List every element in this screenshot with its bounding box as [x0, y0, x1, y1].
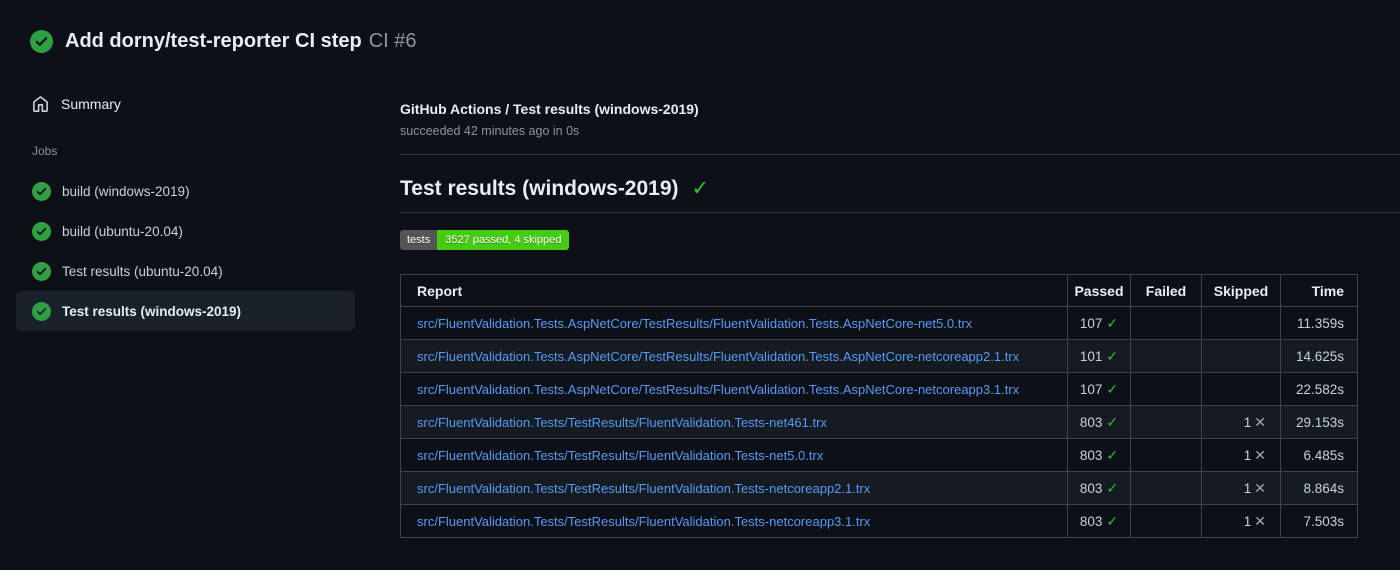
time-cell: 22.582s: [1280, 372, 1358, 406]
time-cell: 29.153s: [1280, 405, 1358, 439]
passed-check-icon: ✓: [1106, 380, 1119, 397]
run-title-text: Add dorny/test-reporter CI step: [65, 30, 362, 52]
passed-check-icon: ✓: [1106, 347, 1119, 364]
tests-badge: tests 3527 passed, 4 skipped: [400, 230, 570, 250]
passed-cell: 101 ✓: [1067, 339, 1131, 373]
table-header-row: Report Passed Failed Skipped Time: [400, 274, 1358, 307]
job-label: build (ubuntu-20.04): [62, 223, 183, 239]
time-cell: 14.625s: [1280, 339, 1358, 373]
table-row: src/FluentValidation.Tests.AspNetCore/Te…: [400, 372, 1358, 406]
sidebar: Summary Jobs build (windows-2019) build …: [0, 86, 400, 331]
table-row: src/FluentValidation.Tests/TestResults/F…: [400, 504, 1358, 538]
jobs-list: build (windows-2019) build (ubuntu-20.04…: [16, 171, 400, 331]
job-label: build (windows-2019): [62, 183, 190, 199]
skipped-cell: 1 ✕: [1201, 471, 1281, 505]
passed-check-icon: ✓: [1106, 479, 1119, 496]
passed-cell: 803 ✓: [1067, 438, 1131, 472]
passed-check-icon: ✓: [1106, 512, 1119, 529]
sidebar-job-item[interactable]: build (ubuntu-20.04): [16, 211, 355, 251]
table-row: src/FluentValidation.Tests/TestResults/F…: [400, 471, 1358, 505]
time-cell: 8.864s: [1280, 471, 1358, 505]
table-row: src/FluentValidation.Tests/TestResults/F…: [400, 438, 1358, 472]
report-link[interactable]: src/FluentValidation.Tests.AspNetCore/Te…: [417, 316, 972, 331]
results-table: Report Passed Failed Skipped Time src/Fl…: [400, 274, 1358, 538]
failed-cell: [1130, 339, 1202, 373]
col-header-time: Time: [1280, 274, 1358, 307]
check-run-title: GitHub Actions / Test results (windows-2…: [400, 101, 699, 117]
passed-cell: 803 ✓: [1067, 405, 1131, 439]
badge-label: tests: [400, 230, 438, 250]
passed-cell: 107 ✓: [1067, 306, 1131, 340]
header-divider: [400, 154, 1400, 155]
col-header-failed: Failed: [1130, 274, 1202, 307]
skipped-x-icon: ✕: [1254, 512, 1266, 529]
sidebar-item-summary[interactable]: Summary: [16, 86, 355, 122]
check-circle-icon: [32, 182, 51, 201]
col-header-report: Report: [400, 274, 1068, 307]
skipped-cell: 1 ✕: [1201, 504, 1281, 538]
failed-cell: [1130, 438, 1202, 472]
run-number: CI #6: [368, 30, 417, 52]
report-link[interactable]: src/FluentValidation.Tests/TestResults/F…: [417, 448, 823, 463]
check-circle-icon: [30, 30, 53, 53]
skipped-x-icon: ✕: [1254, 479, 1266, 496]
passed-check-icon: ✓: [1106, 314, 1119, 331]
passed-cell: 803 ✓: [1067, 504, 1131, 538]
skipped-cell: [1201, 372, 1281, 406]
table-row: src/FluentValidation.Tests.AspNetCore/Te…: [400, 339, 1358, 373]
check-circle-icon: [32, 302, 51, 321]
job-label: Test results (ubuntu-20.04): [62, 263, 223, 279]
table-row: src/FluentValidation.Tests/TestResults/F…: [400, 405, 1358, 439]
time-cell: 11.359s: [1280, 306, 1358, 340]
skipped-cell: [1201, 339, 1281, 373]
results-table-body: src/FluentValidation.Tests.AspNetCore/Te…: [400, 306, 1358, 538]
col-header-skipped: Skipped: [1201, 274, 1281, 307]
report-heading-text: Test results (windows-2019): [400, 177, 679, 200]
sidebar-job-item[interactable]: build (windows-2019): [16, 171, 355, 211]
sidebar-job-item[interactable]: Test results (ubuntu-20.04): [16, 251, 355, 291]
skipped-cell: [1201, 306, 1281, 340]
failed-cell: [1130, 306, 1202, 340]
passed-cell: 803 ✓: [1067, 471, 1131, 505]
main-content: GitHub Actions / Test results (windows-2…: [400, 86, 1400, 538]
home-icon: [32, 96, 49, 113]
table-row: src/FluentValidation.Tests.AspNetCore/Te…: [400, 306, 1358, 340]
check-circle-icon: [32, 262, 51, 281]
heading-check-icon: ✓: [691, 177, 710, 200]
page-title: Add dorny/test-reporter CI step CI #6: [65, 26, 417, 56]
col-header-passed: Passed: [1067, 274, 1131, 307]
check-run-page: Add dorny/test-reporter CI step CI #6 Sum…: [0, 0, 1400, 570]
check-circle-icon: [32, 222, 51, 241]
layout: Summary Jobs build (windows-2019) build …: [0, 86, 1400, 538]
sidebar-job-item[interactable]: Test results (windows-2019): [16, 291, 355, 331]
failed-cell: [1130, 471, 1202, 505]
time-cell: 6.485s: [1280, 438, 1358, 472]
report-link[interactable]: src/FluentValidation.Tests.AspNetCore/Te…: [417, 349, 1019, 364]
report-link[interactable]: src/FluentValidation.Tests/TestResults/F…: [417, 514, 870, 529]
skipped-cell: 1 ✕: [1201, 405, 1281, 439]
job-label: Test results (windows-2019): [62, 303, 242, 319]
skipped-x-icon: ✕: [1254, 446, 1266, 463]
report-link[interactable]: src/FluentValidation.Tests.AspNetCore/Te…: [417, 382, 1019, 397]
check-run-status: succeeded 42 minutes ago in 0s: [400, 124, 580, 138]
run-header: Add dorny/test-reporter CI step CI #6: [0, 0, 1400, 56]
jobs-section-label: Jobs: [32, 144, 58, 158]
skipped-cell: 1 ✕: [1201, 438, 1281, 472]
failed-cell: [1130, 504, 1202, 538]
passed-check-icon: ✓: [1106, 413, 1119, 430]
skipped-x-icon: ✕: [1254, 413, 1266, 430]
summary-label: Summary: [61, 96, 121, 112]
report-link[interactable]: src/FluentValidation.Tests/TestResults/F…: [417, 481, 870, 496]
failed-cell: [1130, 405, 1202, 439]
badge-value: 3527 passed, 4 skipped: [437, 230, 570, 250]
passed-check-icon: ✓: [1106, 446, 1119, 463]
passed-cell: 107 ✓: [1067, 372, 1131, 406]
failed-cell: [1130, 372, 1202, 406]
time-cell: 7.503s: [1280, 504, 1358, 538]
report-heading: Test results (windows-2019) ✓: [400, 175, 1400, 213]
report-link[interactable]: src/FluentValidation.Tests/TestResults/F…: [417, 415, 827, 430]
